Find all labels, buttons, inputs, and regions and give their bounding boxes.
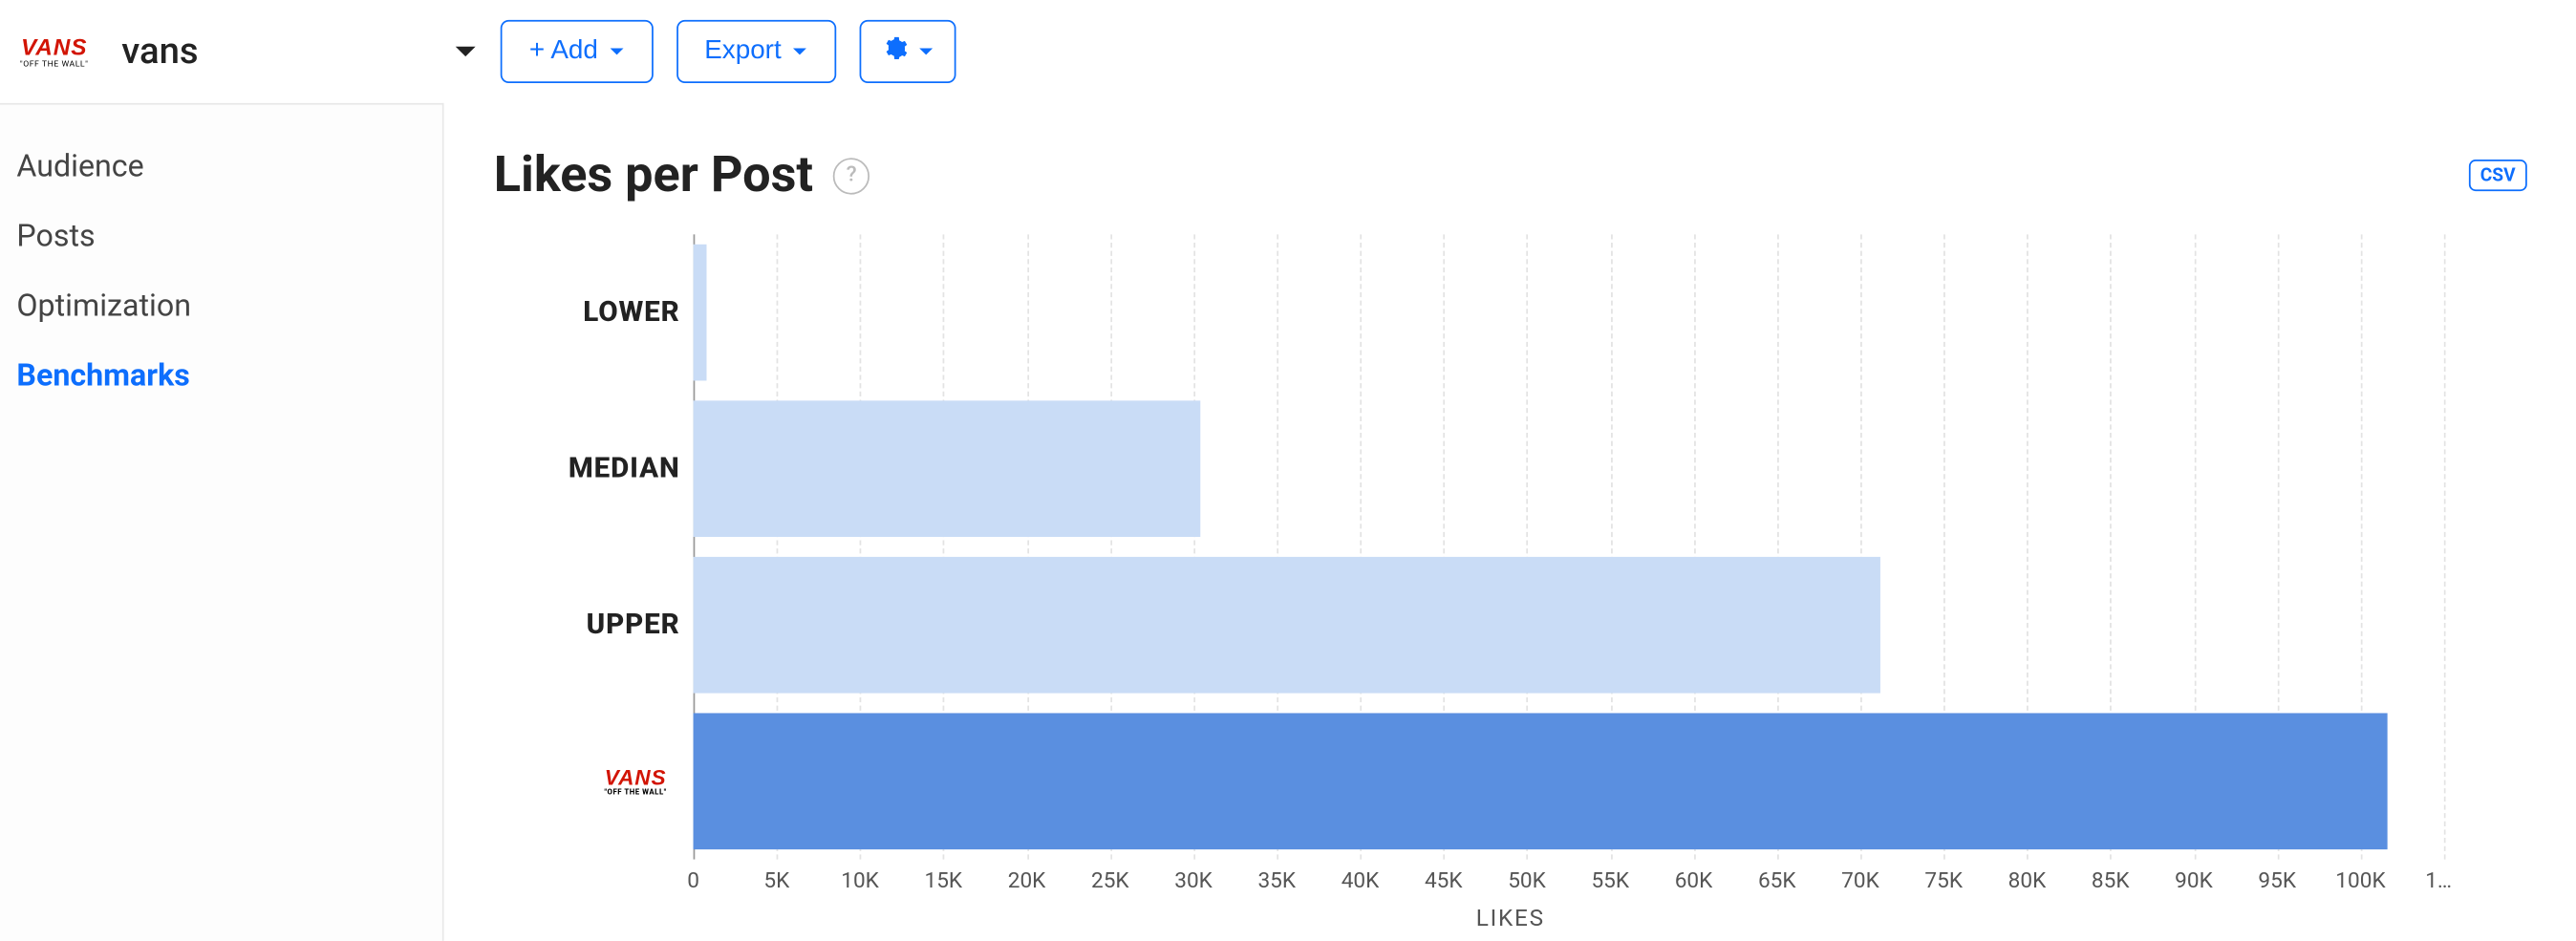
bar-chart: LOWER MEDIAN UPPER VANS "OFF THE WALL" bbox=[494, 234, 2527, 859]
bars-container bbox=[694, 234, 2527, 859]
page-title: Likes per Post ? bbox=[494, 146, 869, 204]
brand-name: vans bbox=[121, 31, 198, 73]
bar-median[interactable] bbox=[694, 400, 1200, 537]
y-label-lower: LOWER bbox=[494, 234, 694, 391]
brand-dropdown-caret[interactable] bbox=[455, 43, 478, 59]
caret-down-icon bbox=[917, 36, 934, 66]
main-content: Likes per Post ? CSV LOWER MEDIAN UPPER … bbox=[444, 103, 2576, 941]
sidebar: Audience Posts Optimization Benchmarks bbox=[0, 103, 444, 941]
bar-row bbox=[694, 391, 2527, 547]
title-row: Likes per Post ? CSV bbox=[494, 146, 2527, 204]
csv-export-button[interactable]: CSV bbox=[2469, 160, 2527, 191]
bar-vans[interactable] bbox=[694, 713, 2388, 849]
bar-row bbox=[694, 234, 2527, 391]
y-axis-labels: LOWER MEDIAN UPPER VANS "OFF THE WALL" bbox=[494, 234, 694, 859]
add-button[interactable]: + Add bbox=[501, 20, 653, 83]
help-icon[interactable]: ? bbox=[833, 157, 869, 193]
sidebar-item-posts[interactable]: Posts bbox=[0, 202, 442, 271]
sidebar-item-benchmarks[interactable]: Benchmarks bbox=[0, 341, 442, 411]
caret-down-icon bbox=[791, 36, 807, 66]
y-label-vans: VANS "OFF THE WALL" bbox=[494, 703, 694, 860]
sidebar-item-audience[interactable]: Audience bbox=[0, 131, 442, 201]
bar-lower[interactable] bbox=[694, 245, 708, 381]
y-label-median: MEDIAN bbox=[494, 391, 694, 547]
bar-row bbox=[694, 546, 2527, 703]
export-button-label: Export bbox=[704, 36, 781, 66]
y-label-upper: UPPER bbox=[494, 546, 694, 703]
layout: Audience Posts Optimization Benchmarks L… bbox=[0, 103, 2576, 941]
add-button-label: + Add bbox=[529, 36, 598, 66]
brand-logo-subtext: "OFF THE WALL" bbox=[20, 59, 89, 69]
topbar: VANS "OFF THE WALL" vans + Add Export bbox=[0, 0, 2576, 103]
page-title-text: Likes per Post bbox=[494, 146, 813, 204]
brand-logo-icon: VANS "OFF THE WALL" bbox=[605, 765, 667, 797]
bar-row bbox=[694, 703, 2527, 860]
plot-area bbox=[694, 234, 2527, 859]
bar-upper[interactable] bbox=[694, 557, 1881, 694]
brand-logo: VANS "OFF THE WALL" bbox=[20, 34, 89, 70]
x-axis-label: LIKES bbox=[494, 906, 2527, 932]
sidebar-item-optimization[interactable]: Optimization bbox=[0, 271, 442, 341]
settings-button[interactable] bbox=[859, 20, 955, 83]
caret-down-icon bbox=[608, 36, 624, 66]
gear-icon bbox=[881, 34, 908, 70]
brand-logo-text: VANS bbox=[21, 34, 87, 57]
export-button[interactable]: Export bbox=[676, 20, 836, 83]
